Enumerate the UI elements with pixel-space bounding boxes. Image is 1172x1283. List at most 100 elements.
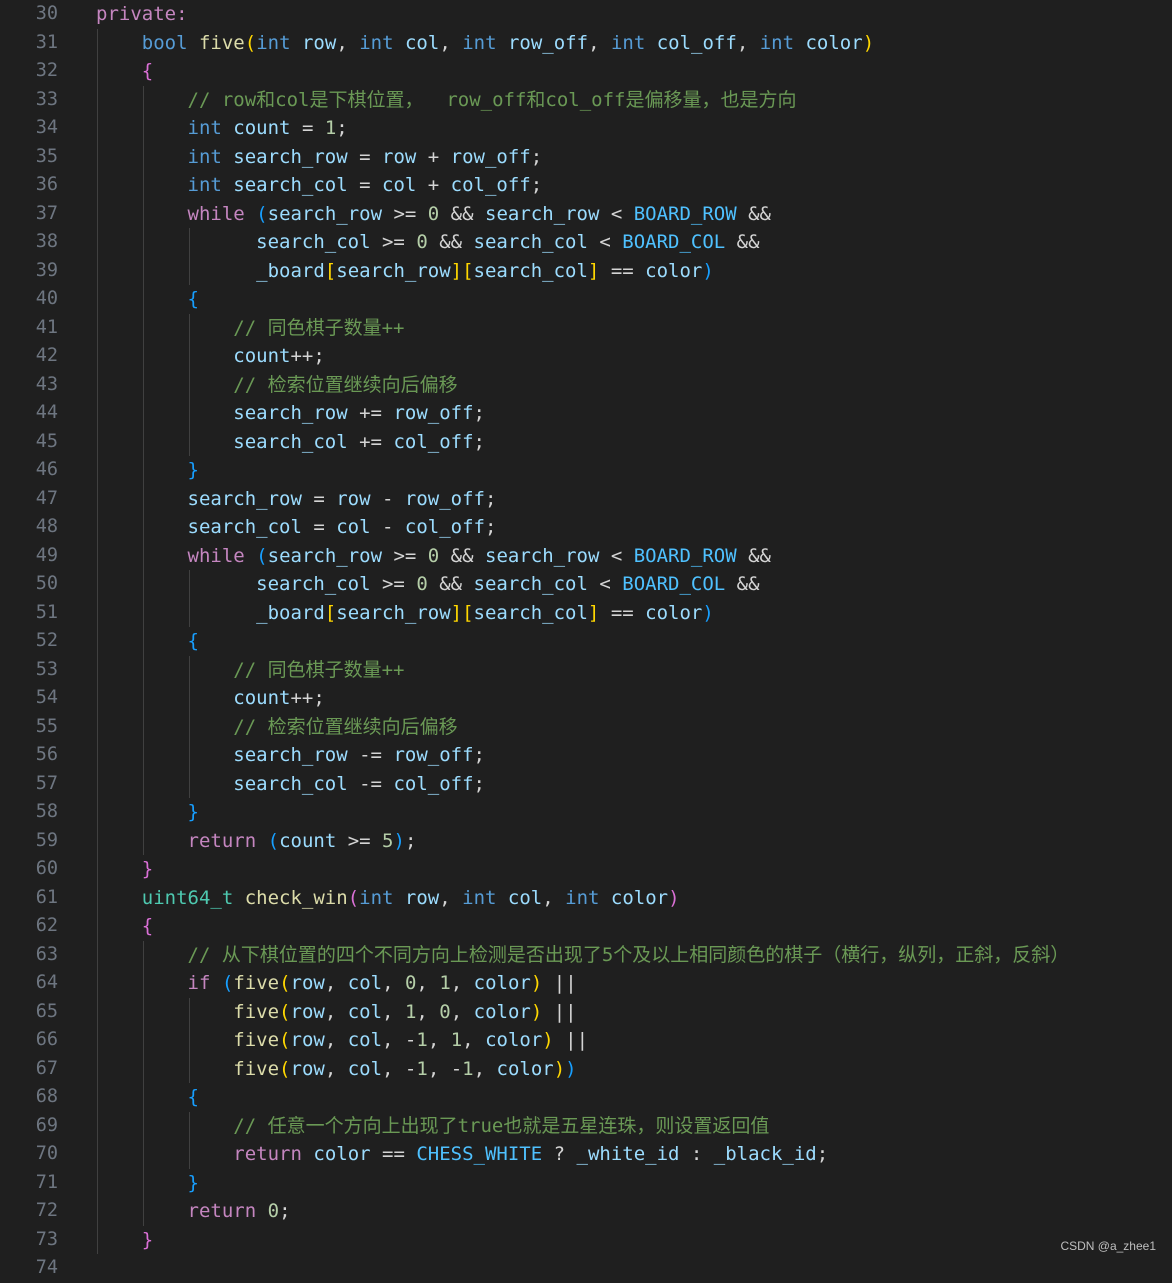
code-token: _black_id xyxy=(713,1143,817,1165)
code-token: search_col xyxy=(256,231,371,253)
line-number: 36 xyxy=(35,174,58,195)
code-line[interactable]: 47 search_row = row - row_off; xyxy=(0,484,1172,513)
code-token: int xyxy=(462,886,497,909)
code-line[interactable]: 74 xyxy=(0,1254,1172,1283)
code-editor[interactable]: 30 private: 31 bool five(int row, int col,… xyxy=(0,0,1172,1278)
code-token: { xyxy=(141,60,154,82)
line-number: 57 xyxy=(35,772,58,794)
line-number: 55 xyxy=(35,715,58,737)
code-token: col xyxy=(404,31,440,54)
code-token: 0 xyxy=(416,573,428,595)
code-token: ][ xyxy=(450,601,474,624)
code-line[interactable]: 61 uint64_t check_win(int row, int col, … xyxy=(0,883,1172,912)
code-line[interactable]: 66 five(row, col, -1, 1, color) || xyxy=(0,1026,1172,1055)
code-line[interactable]: 69 // 任意一个方向上出现了true也就是五星连珠，则设置返回值 xyxy=(0,1111,1172,1140)
code-line[interactable]: 50 search_col >= 0 && search_col < BOARD… xyxy=(0,570,1172,599)
code-token: color xyxy=(496,1057,554,1080)
code-line[interactable]: 42 count++; xyxy=(0,342,1172,371)
code-line[interactable]: 58 } xyxy=(0,798,1172,827)
code-token: , xyxy=(439,31,463,54)
code-line[interactable]: 63 // 从下棋位置的四个不同方向上检测是否出现了5个及以上相同颜色的棋子（横… xyxy=(0,940,1172,969)
code-line[interactable]: 43 // 检索位置继续向后偏移 xyxy=(0,370,1172,399)
code-line[interactable]: 49 while (search_row >= 0 && search_row … xyxy=(0,541,1172,570)
code-line[interactable]: 59 return (count >= 5); xyxy=(0,826,1172,855)
code-token: search_col xyxy=(233,772,348,795)
code-line[interactable]: 65 five(row, col, 1, 0, color) || xyxy=(0,997,1172,1026)
code-line[interactable]: 68 { xyxy=(0,1083,1172,1112)
line-number: 31 xyxy=(35,31,58,53)
code-line[interactable]: 72 return 0; xyxy=(0,1197,1172,1226)
code-line[interactable]: 56 search_row -= row_off; xyxy=(0,741,1172,770)
code-line[interactable]: 37 while (search_row >= 0 && search_row … xyxy=(0,199,1172,228)
code-line[interactable]: 36 int search_col = col + col_off; xyxy=(0,171,1172,200)
code-token: - xyxy=(370,487,405,510)
code-token: = xyxy=(301,516,337,538)
code-line[interactable]: 44 search_row += row_off; xyxy=(0,399,1172,428)
code-line[interactable]: 54 count++; xyxy=(0,684,1172,713)
code-line[interactable]: 31 bool five(int row, int col, int row_o… xyxy=(0,28,1172,57)
code-token: && xyxy=(725,231,760,253)
code-line[interactable]: 46 } xyxy=(0,456,1172,485)
code-token: ? xyxy=(542,1143,577,1165)
line-number: 35 xyxy=(35,145,58,167)
line-code: // 同色棋子数量++ xyxy=(96,656,404,685)
code-line[interactable]: 38 search_col >= 0 && search_col < BOARD… xyxy=(0,228,1172,257)
code-token: ; xyxy=(530,145,543,168)
code-line[interactable]: 71 } xyxy=(0,1168,1172,1197)
line-number: 61 xyxy=(35,886,58,908)
code-token: five xyxy=(198,31,245,54)
code-token: row xyxy=(382,145,417,168)
code-line[interactable]: 60 } xyxy=(0,855,1172,884)
code-line[interactable]: 34 int count = 1; xyxy=(0,114,1172,143)
code-token: >= xyxy=(370,573,417,595)
code-line[interactable]: 45 search_col += col_off; xyxy=(0,427,1172,456)
code-token: = xyxy=(301,487,337,510)
code-token: && xyxy=(736,544,771,567)
code-token: // 同色棋子数量++ xyxy=(233,316,405,339)
code-line[interactable]: 41 // 同色棋子数量++ xyxy=(0,313,1172,342)
code-line[interactable]: 48 search_col = col - col_off; xyxy=(0,513,1172,542)
code-line[interactable]: 35 int search_row = row + row_off; xyxy=(0,142,1172,171)
code-line[interactable]: 64 if (five(row, col, 0, 1, color) || xyxy=(0,969,1172,998)
line-number: 67 xyxy=(35,1057,58,1079)
code-token: ( xyxy=(256,544,268,567)
code-line[interactable]: 67 five(row, col, -1, -1, color)) xyxy=(0,1054,1172,1083)
code-line[interactable]: 40 { xyxy=(0,285,1172,314)
code-line[interactable]: 73 } xyxy=(0,1225,1172,1254)
code-line[interactable]: 57 search_col -= col_off; xyxy=(0,769,1172,798)
code-token: = xyxy=(347,174,383,196)
code-token: int xyxy=(256,31,291,54)
code-token: five xyxy=(233,972,280,994)
code-line[interactable]: 52 { xyxy=(0,627,1172,656)
code-line[interactable]: 55 // 检索位置继续向后偏移 xyxy=(0,712,1172,741)
code-token: 0 xyxy=(427,202,440,225)
code-line[interactable]: 32 { xyxy=(0,57,1172,86)
code-token: ) xyxy=(530,972,543,994)
code-line[interactable]: 39 _board[search_row][search_col] == col… xyxy=(0,256,1172,285)
code-token: int xyxy=(462,31,497,54)
code-line[interactable]: 70 return color == CHESS_WHITE ? _white_… xyxy=(0,1140,1172,1169)
code-token: search_col xyxy=(473,259,588,282)
code-token: ( xyxy=(256,202,268,225)
code-line[interactable]: 33 // row和col是下棋位置， row_off和col_off是偏移量，… xyxy=(0,85,1172,114)
code-token: ; xyxy=(279,1200,291,1222)
line-code: _board[search_row][search_col] == color) xyxy=(96,599,714,628)
code-line[interactable]: 62 { xyxy=(0,912,1172,941)
code-line[interactable]: 30 private: xyxy=(0,0,1172,29)
code-line[interactable]: 51 _board[search_row][search_col] == col… xyxy=(0,598,1172,628)
code-token: uint64_t xyxy=(141,886,234,909)
line-number: 60 xyxy=(35,858,58,879)
code-line[interactable]: 53 // 同色棋子数量++ xyxy=(0,655,1172,685)
code-token: , xyxy=(427,1029,451,1051)
code-token: ; xyxy=(473,744,485,766)
watermark: CSDN @a_zhee1 xyxy=(1060,1239,1156,1253)
code-token: search_row xyxy=(267,202,383,225)
